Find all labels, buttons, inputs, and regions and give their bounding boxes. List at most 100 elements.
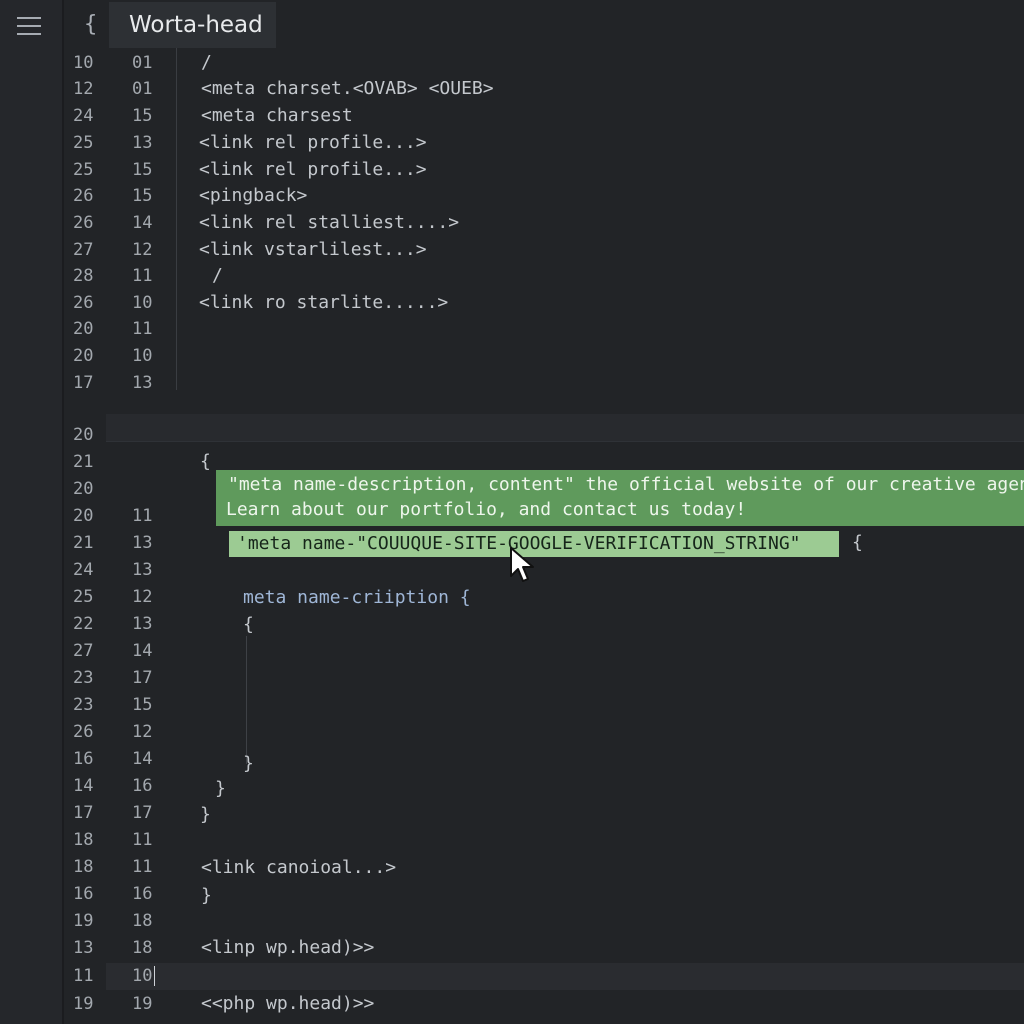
hamburger-menu-icon[interactable]	[17, 16, 41, 36]
text-cursor	[154, 966, 155, 986]
code-line[interactable]: /	[212, 264, 223, 288]
current-line-highlight	[106, 963, 1024, 990]
line-number-secondary: 10	[132, 966, 153, 986]
line-number: 18	[73, 857, 94, 877]
code-line[interactable]: <meta charsest	[201, 104, 353, 128]
line-number-secondary: 13	[132, 373, 153, 393]
line-number: 16	[73, 884, 94, 904]
line-number: 25	[73, 587, 94, 607]
mouse-pointer-icon	[510, 547, 534, 582]
line-number-secondary: 13	[132, 133, 153, 153]
section-divider-band	[106, 414, 1024, 442]
line-number-secondary: 11	[132, 266, 153, 286]
line-number-secondary: 12	[132, 722, 153, 742]
line-number-secondary: 19	[132, 994, 153, 1014]
code-line[interactable]: <linp wp.head)>>	[201, 936, 374, 960]
line-number: 23	[73, 668, 94, 688]
line-number-secondary: 15	[132, 695, 153, 715]
line-number-secondary: 18	[132, 938, 153, 958]
line-number: 20	[73, 479, 94, 499]
line-number: 24	[73, 560, 94, 580]
line-number-secondary: 17	[132, 668, 153, 688]
code-line[interactable]: <link ro starlite.....>	[199, 291, 448, 315]
meta-description-highlight[interactable]: "meta name-description, content" the off…	[216, 470, 1024, 526]
line-number: 20	[73, 346, 94, 366]
line-number: 27	[73, 641, 94, 661]
line-number-secondary: 18	[132, 911, 153, 931]
line-number-secondary: 15	[132, 160, 153, 180]
code-line[interactable]: /	[201, 51, 212, 75]
indent-guide	[246, 636, 247, 764]
line-number: 25	[73, 133, 94, 153]
activity-bar	[0, 0, 64, 1024]
line-number: 19	[73, 994, 94, 1014]
code-line[interactable]: <link rel profile...>	[199, 158, 427, 182]
line-number-secondary: 13	[132, 614, 153, 634]
line-number-secondary: 15	[132, 186, 153, 206]
line-number: 14	[73, 776, 94, 796]
line-number: 13	[73, 938, 94, 958]
gutter-separator	[176, 48, 177, 390]
line-number: 19	[73, 911, 94, 931]
code-line[interactable]: <meta charset.<OVAB> <OUEB>	[201, 77, 494, 101]
line-number-secondary: 14	[132, 213, 153, 233]
line-number: 11	[73, 966, 94, 986]
line-number: 10	[73, 53, 94, 73]
code-line[interactable]: }	[201, 884, 212, 908]
line-number-secondary: 15	[132, 106, 153, 126]
tab-brace-icon: {	[84, 12, 98, 37]
line-number-secondary: 12	[132, 240, 153, 260]
line-number: 22	[73, 614, 94, 634]
code-line[interactable]: {	[200, 450, 211, 474]
line-number-secondary: 17	[132, 803, 153, 823]
line-number-secondary: 01	[132, 79, 153, 99]
tab-label: Worta-head	[129, 12, 263, 38]
line-number-secondary: 13	[132, 560, 153, 580]
line-number: 28	[73, 266, 94, 286]
tab-worta-head[interactable]: Worta-head	[109, 2, 276, 48]
line-number: 26	[73, 722, 94, 742]
line-number-secondary: 14	[132, 749, 153, 769]
meta-description-line-2: Learn about our portfolio, and contact u…	[226, 499, 747, 520]
line-number-secondary: 11	[132, 319, 153, 339]
line-number: 25	[73, 160, 94, 180]
line-number: 18	[73, 830, 94, 850]
line-number: 12	[73, 79, 94, 99]
line-number: 23	[73, 695, 94, 715]
line-number-secondary: 11	[132, 830, 153, 850]
line-number: 17	[73, 373, 94, 393]
line-number: 26	[73, 213, 94, 233]
line-number: 20	[73, 506, 94, 526]
line-number: 20	[73, 319, 94, 339]
line-number: 26	[73, 186, 94, 206]
line-number: 21	[73, 452, 94, 472]
code-line[interactable]: <link vstarlilest...>	[199, 238, 427, 262]
line-number-secondary: 10	[132, 293, 153, 313]
line-number-secondary: 16	[132, 776, 153, 796]
code-line[interactable]: meta name-criiption {	[243, 586, 471, 610]
line-number-secondary: 16	[132, 884, 153, 904]
line-number-secondary: 11	[132, 857, 153, 877]
line-number: 21	[73, 533, 94, 553]
line-number: 17	[73, 803, 94, 823]
line-number: 24	[73, 106, 94, 126]
line-number-secondary: 12	[132, 587, 153, 607]
code-line[interactable]: }	[243, 752, 254, 776]
verification-brace: {	[852, 532, 863, 553]
line-number: 26	[73, 293, 94, 313]
code-line[interactable]: <pingback>	[199, 184, 307, 208]
code-line[interactable]: {	[243, 613, 254, 637]
line-number-secondary: 10	[132, 346, 153, 366]
line-number: 27	[73, 240, 94, 260]
code-line[interactable]: <<php wp.head)>>	[201, 992, 374, 1016]
code-line[interactable]: }	[215, 777, 226, 801]
code-line[interactable]: <link rel profile...>	[199, 131, 427, 155]
code-line[interactable]: <link canoioal...>	[201, 856, 396, 880]
code-line[interactable]: }	[200, 803, 211, 827]
line-number: 16	[73, 749, 94, 769]
line-number-secondary: 13	[132, 533, 153, 553]
meta-description-line-1: "meta name-description, content" the off…	[228, 474, 1024, 495]
line-number-secondary: 11	[132, 506, 153, 526]
line-number: 20	[73, 425, 94, 445]
code-line[interactable]: <link rel stalliest....>	[199, 211, 459, 235]
